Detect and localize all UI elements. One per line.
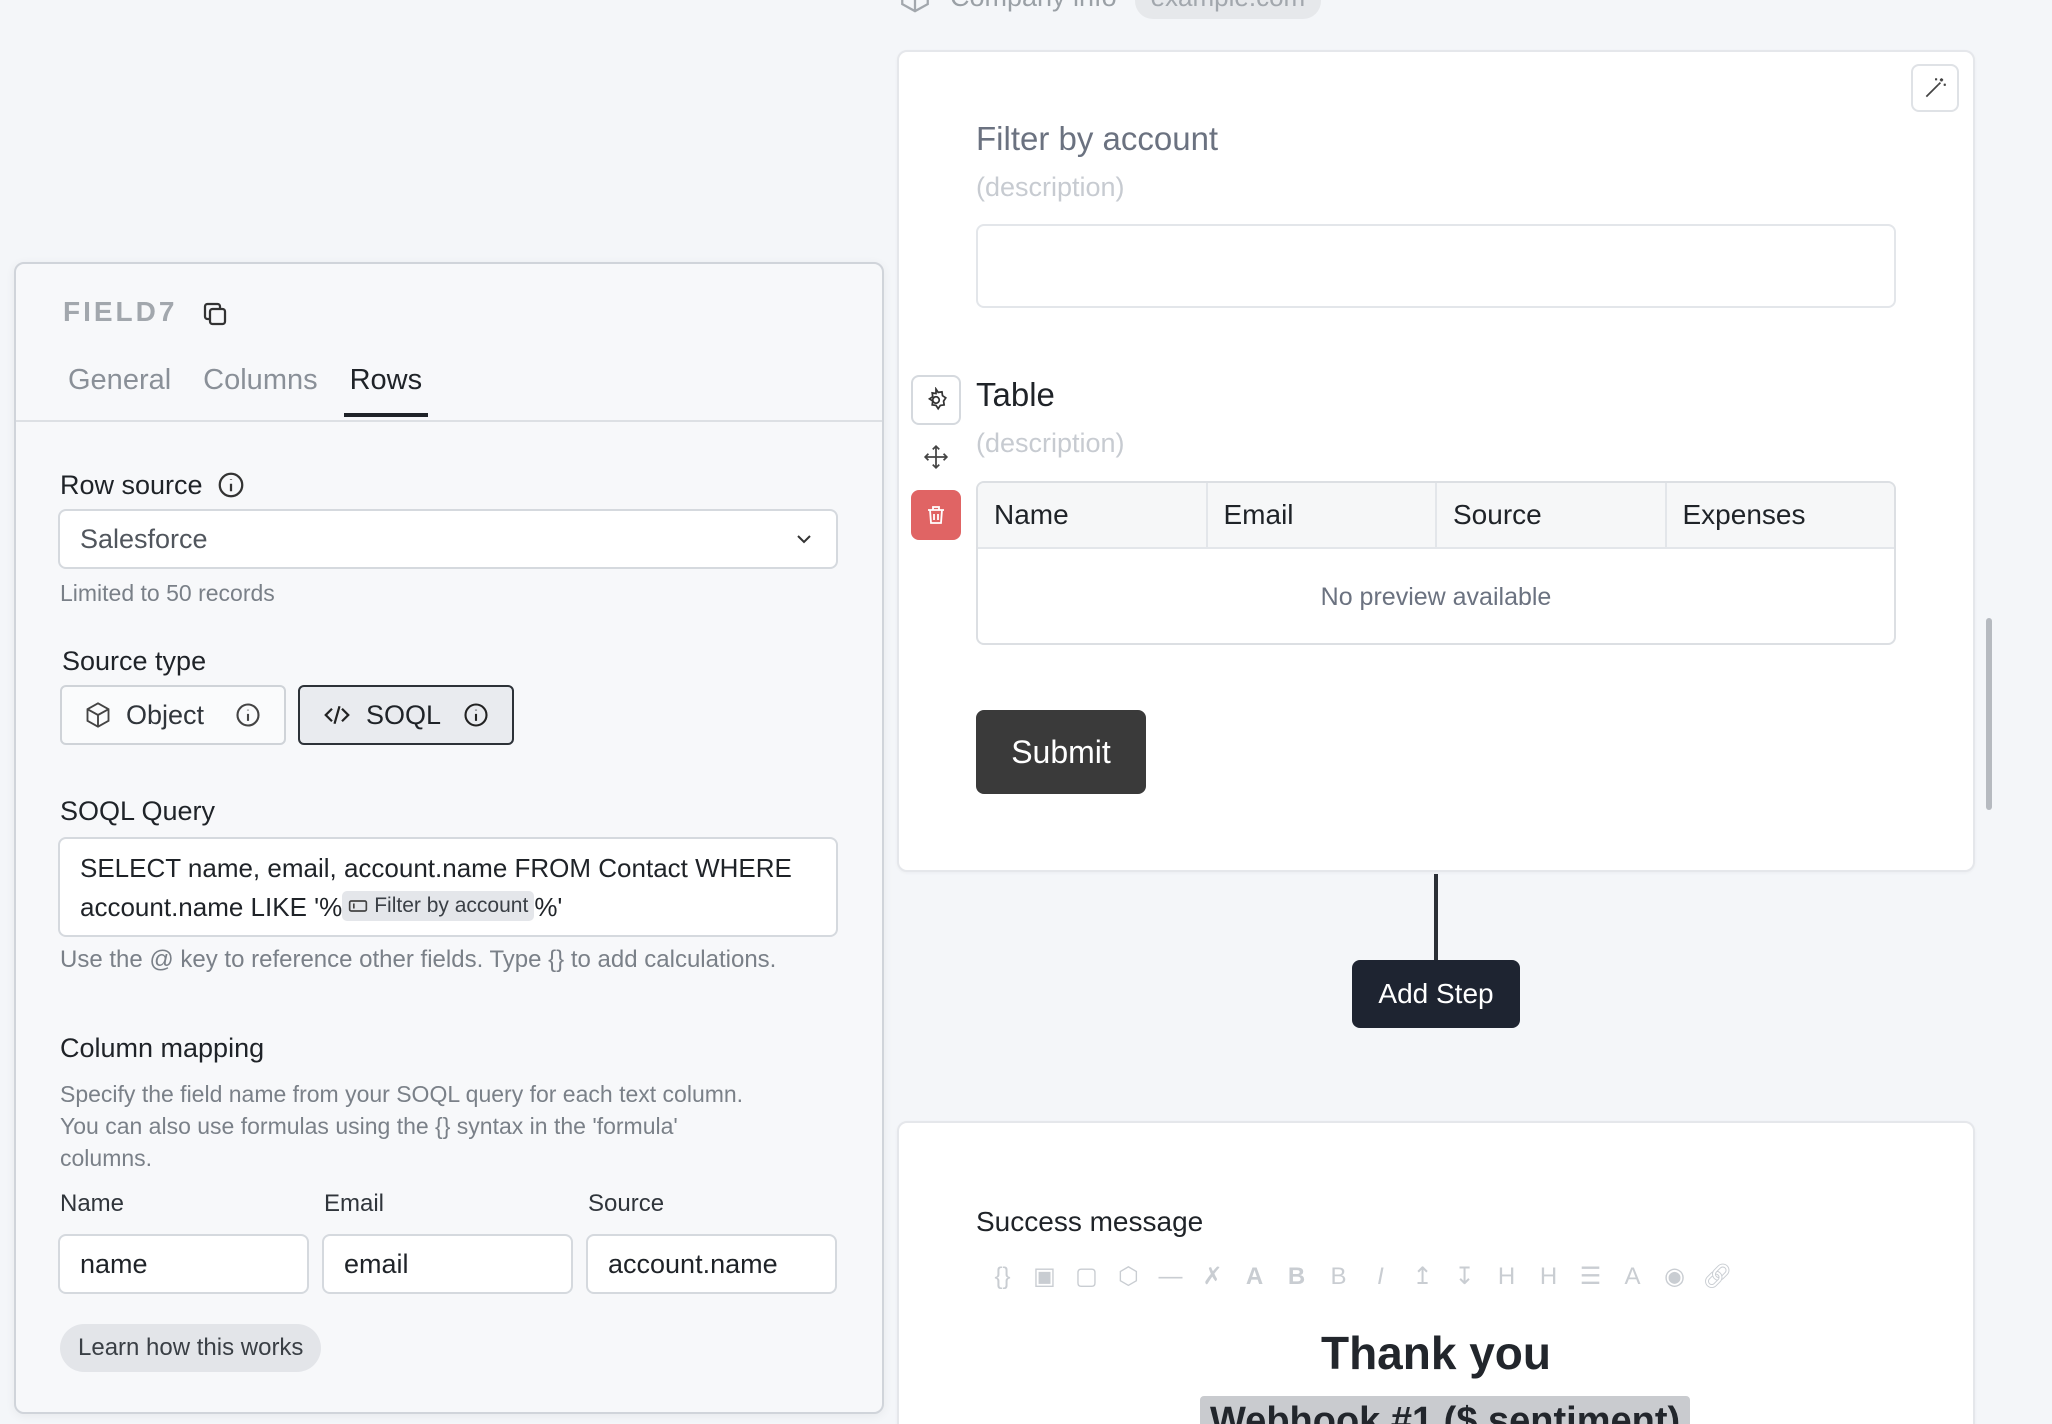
mapping-input-source[interactable]: account.name	[586, 1234, 837, 1294]
mapping-header-email: Email	[324, 1190, 385, 1217]
divider-icon[interactable]: —	[1156, 1263, 1185, 1291]
info-icon[interactable]	[234, 701, 262, 729]
row-source-hint: Limited to 50 records	[60, 580, 275, 606]
rich-text-toolbar: {} ▣ ▢ ⬡ — ✗ A B B I ↥ ↧ H H ☰ A ◉ 🔗︎	[988, 1262, 1732, 1291]
settings-tabs: General Columns Rows	[68, 364, 429, 417]
cube-icon	[898, 0, 932, 14]
column-mapping-desc-line: columns.	[60, 1145, 153, 1171]
field-settings-button[interactable]	[911, 375, 961, 425]
mapping-input-name[interactable]: name	[58, 1234, 309, 1294]
cube-icon	[84, 701, 112, 729]
table-column-header: Expenses	[1682, 499, 1806, 530]
column-mapping-desc-line: Specify the field name from your SOQL qu…	[60, 1081, 744, 1107]
webhook-token[interactable]: Webhook #1 ($.sentiment)	[1200, 1396, 1691, 1424]
soql-query-hint: Use the @ key to reference other fields.…	[60, 946, 777, 973]
bold-icon[interactable]: B	[1282, 1263, 1311, 1291]
field-mention[interactable]: Filter by account	[342, 891, 535, 921]
tab-columns[interactable]: Columns	[203, 364, 317, 417]
table-field-title[interactable]: Table	[976, 376, 1055, 414]
soql-line-2: account.name LIKE '% Filter by account %'	[80, 888, 816, 927]
clear-format-icon[interactable]: ✗	[1198, 1262, 1227, 1291]
info-icon[interactable]	[462, 701, 490, 729]
heading-up-icon[interactable]: H	[1492, 1263, 1521, 1291]
table-column-header: Name	[978, 483, 1208, 547]
canvas-scrollbar[interactable]	[1986, 618, 1992, 810]
strikethrough-icon[interactable]: B	[1324, 1263, 1353, 1291]
mapping-input-email[interactable]: email	[322, 1234, 573, 1294]
list-icon[interactable]: ☰	[1576, 1262, 1605, 1291]
tab-rows[interactable]: Rows	[343, 364, 429, 417]
filter-field-description[interactable]: (description)	[976, 172, 1125, 203]
source-type-object[interactable]: Object	[60, 685, 286, 745]
move-field-button[interactable]	[911, 432, 961, 482]
column-mapping-desc-line: You can also use formulas using the {} s…	[60, 1113, 678, 1139]
add-step-button[interactable]: Add Step	[1352, 960, 1520, 1028]
mapping-header-source: Source	[588, 1190, 665, 1217]
field-mention-label: Filter by account	[374, 894, 529, 917]
heading-down-icon[interactable]: H	[1534, 1263, 1563, 1291]
input-field-icon	[349, 900, 368, 912]
soql-line-2-prefix: account.name LIKE '%	[80, 892, 343, 922]
cube-icon[interactable]: ⬡	[1114, 1262, 1143, 1291]
trash-icon	[924, 503, 948, 527]
column-mapping-description: Specify the field name from your SOQL qu…	[60, 1078, 743, 1174]
magic-wand-icon	[1922, 75, 1948, 101]
domain-chip: example.com	[1134, 0, 1322, 19]
copy-icon[interactable]	[200, 299, 230, 329]
success-message-label: Success message	[976, 1206, 1204, 1237]
success-heading[interactable]: Thank you	[976, 1326, 1896, 1380]
step-connector	[1434, 874, 1438, 962]
highlight-icon[interactable]: ◉	[1660, 1262, 1689, 1291]
source-type-soql[interactable]: SOQL	[298, 685, 514, 745]
soql-query-label: SOQL Query	[60, 796, 216, 826]
table-column-header: Email	[1208, 483, 1437, 547]
line-height-down-icon[interactable]: ↧	[1450, 1262, 1479, 1291]
line-height-up-icon[interactable]: ↥	[1408, 1262, 1437, 1291]
text-color-icon[interactable]: A	[1618, 1263, 1647, 1291]
table-column-header: Source	[1437, 483, 1667, 547]
table-header-row: Name Email Source Expenses	[978, 483, 1894, 549]
link-icon[interactable]: 🔗︎	[1702, 1262, 1732, 1291]
table-field-description[interactable]: (description)	[976, 428, 1125, 459]
mapping-header-name: Name	[60, 1190, 125, 1217]
move-icon	[923, 444, 949, 470]
info-icon[interactable]	[216, 470, 246, 500]
source-type-label: Source type	[62, 646, 207, 676]
row-source-label: Row source	[60, 470, 203, 500]
soql-query-editor[interactable]: SELECT name, email, account.name FROM Co…	[58, 837, 838, 937]
table-preview: Name Email Source Expenses No preview av…	[976, 481, 1896, 645]
soql-line-1: SELECT name, email, account.name FROM Co…	[80, 853, 792, 883]
gear-icon	[923, 387, 949, 413]
italic-icon[interactable]: I	[1366, 1263, 1395, 1291]
embed-icon[interactable]: ▢	[1072, 1262, 1101, 1291]
step-header: Company info example.com	[898, 0, 1322, 19]
font-color-icon[interactable]: A	[1240, 1263, 1269, 1291]
column-mapping-label: Column mapping	[60, 1033, 265, 1063]
step-title: Company info	[950, 0, 1117, 13]
source-type-object-label: Object	[126, 699, 205, 730]
row-source-value: Salesforce	[80, 523, 208, 554]
field-id: FIELD7	[63, 296, 178, 327]
learn-how-button[interactable]: Learn how this works	[60, 1324, 322, 1372]
chevron-down-icon	[792, 527, 816, 551]
table-empty-state: No preview available	[1320, 582, 1552, 611]
filter-field-title[interactable]: Filter by account	[976, 120, 1218, 158]
image-icon[interactable]: ▣	[1030, 1262, 1059, 1291]
submit-button[interactable]: Submit	[976, 710, 1146, 794]
filter-field-input[interactable]	[976, 224, 1896, 308]
curly-braces-icon[interactable]: {}	[988, 1263, 1017, 1291]
tab-general[interactable]: General	[68, 364, 171, 417]
magic-wand-button[interactable]	[1911, 64, 1959, 112]
tabs-divider	[16, 420, 882, 422]
row-source-select[interactable]: Salesforce	[58, 509, 838, 569]
code-icon	[322, 700, 352, 730]
soql-line-2-suffix: %'	[534, 892, 563, 922]
delete-field-button[interactable]	[911, 490, 961, 540]
source-type-soql-label: SOQL	[366, 699, 442, 730]
